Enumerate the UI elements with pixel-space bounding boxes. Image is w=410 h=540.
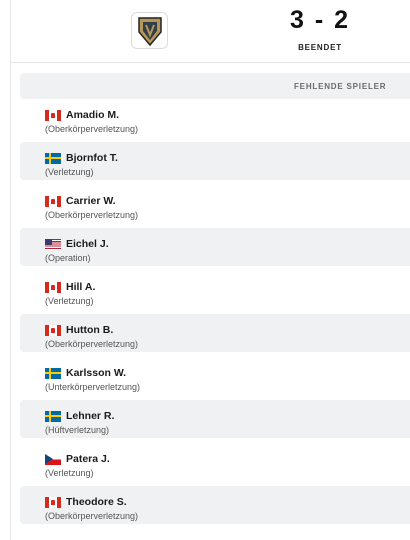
absence-reason: (Operation) (45, 253, 91, 263)
golden-knights-helmet-icon (137, 16, 162, 46)
missing-players-header: FEHLENDE SPIELER (20, 73, 410, 99)
missing-players-list: Amadio M. (Oberkörperverletzung) Bjornfo… (20, 99, 410, 529)
list-item[interactable]: Amadio M. (Oberkörperverletzung) (20, 99, 410, 137)
absence-reason: (Hüftverletzung) (45, 425, 110, 435)
absence-reason: (Verletzung) (45, 468, 94, 478)
team-logo[interactable] (131, 12, 168, 49)
player-name[interactable]: Hill A. (66, 281, 95, 293)
player-name[interactable]: Theodore S. (66, 496, 127, 508)
section-title: FEHLENDE SPIELER (294, 82, 387, 91)
list-item[interactable]: Eichel J. (Operation) (20, 228, 410, 266)
player-name[interactable]: Amadio M. (66, 109, 119, 121)
absence-reason: (Verletzung) (45, 296, 94, 306)
absence-reason: (Unterkörperverletzung) (45, 382, 141, 392)
player-name[interactable]: Karlsson W. (66, 367, 126, 379)
canada-flag-icon (45, 195, 61, 207)
match-header: 3 - 2 BEENDET (0, 0, 410, 62)
absence-reason: (Oberkörperverletzung) (45, 339, 139, 349)
canada-flag-icon (45, 109, 61, 121)
sweden-flag-icon (45, 152, 61, 164)
player-name[interactable]: Carrier W. (66, 195, 116, 207)
list-item[interactable]: Lehner R. (Hüftverletzung) (20, 400, 410, 438)
absence-reason: (Oberkörperverletzung) (45, 210, 139, 220)
list-item[interactable]: Karlsson W. (Unterkörperverletzung) (20, 357, 410, 395)
list-item[interactable]: Theodore S. (Oberkörperverletzung) (20, 486, 410, 524)
list-item[interactable]: Hutton B. (Oberkörperverletzung) (20, 314, 410, 352)
usa-flag-icon (45, 238, 61, 250)
sweden-flag-icon (45, 367, 61, 379)
player-name[interactable]: Lehner R. (66, 410, 114, 422)
list-item[interactable]: Carrier W. (Oberkörperverletzung) (20, 185, 410, 223)
match-status: BEENDET (298, 43, 342, 52)
player-name[interactable]: Bjornfot T. (66, 152, 118, 164)
player-name[interactable]: Hutton B. (66, 324, 113, 336)
czech-flag-icon (45, 453, 61, 465)
list-item[interactable]: Patera J. (Verletzung) (20, 443, 410, 481)
sweden-flag-icon (45, 410, 61, 422)
canada-flag-icon (45, 281, 61, 293)
absence-reason: (Oberkörperverletzung) (45, 511, 139, 521)
list-item[interactable]: Hill A. (Verletzung) (20, 271, 410, 309)
absence-reason: (Verletzung) (45, 167, 94, 177)
left-divider (10, 0, 11, 540)
canada-flag-icon (45, 496, 61, 508)
canada-flag-icon (45, 324, 61, 336)
match-score: 3 - 2 (289, 6, 351, 34)
absence-reason: (Oberkörperverletzung) (45, 124, 139, 134)
list-item[interactable]: Bjornfot T. (Verletzung) (20, 142, 410, 180)
player-name[interactable]: Patera J. (66, 453, 110, 465)
player-name[interactable]: Eichel J. (66, 238, 109, 250)
header-divider (10, 62, 410, 63)
